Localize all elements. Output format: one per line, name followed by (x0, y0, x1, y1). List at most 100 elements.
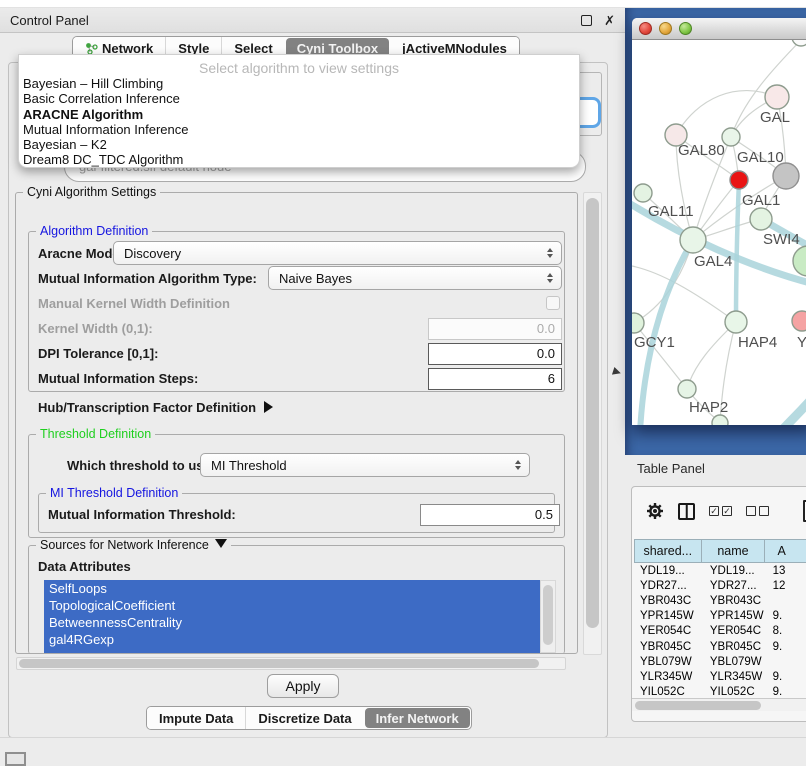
bottom-divider (0, 737, 806, 738)
mouse-cursor (612, 367, 622, 377)
window-top-strip (0, 0, 806, 8)
algorithm-option-selected[interactable]: ARACNE Algorithm (19, 107, 579, 122)
table-row[interactable]: YPR145W YPR145W 9. (634, 609, 806, 624)
network-canvas[interactable]: GAL GAL80 GAL10 GAL1 GAL11 SWI4 GAL4 GCY… (632, 40, 806, 425)
mi-threshold-label: Mutual Information Threshold: (48, 507, 236, 522)
node-left-green[interactable] (634, 184, 652, 202)
algorithm-dropdown-popup: Select algorithm to view settings Bayesi… (18, 54, 580, 168)
gear-icon[interactable] (646, 502, 664, 520)
data-attributes-list[interactable]: SelfLoops TopologicalCoefficient Between… (44, 580, 556, 653)
table-row[interactable]: YDR27... YDR27... 12 (634, 578, 806, 593)
aracne-mode-value: Discovery (124, 246, 544, 261)
algorithm-option[interactable]: Bayesian – Hill Climbing (19, 76, 579, 91)
table-row[interactable]: YBL079W YBL079W (634, 654, 806, 669)
table-row[interactable]: YIL052C YIL052C 9. (634, 685, 806, 699)
attribute-list-scrollbar[interactable] (540, 580, 556, 653)
table-row[interactable]: YBR043C YBR043C (634, 593, 806, 608)
tab-infer-network[interactable]: Infer Network (365, 708, 470, 728)
network-node-labels: GAL GAL80 GAL10 GAL1 GAL11 SWI4 GAL4 GCY… (634, 109, 806, 416)
svg-text:GAL80: GAL80 (678, 142, 725, 159)
column-header-name[interactable]: name (702, 539, 766, 563)
apply-button-label: Apply (285, 678, 320, 694)
mi-steps-label: Mutual Information Steps: (38, 371, 198, 386)
table-row[interactable]: YDL19... YDL19... 13 (634, 563, 806, 578)
table-row[interactable]: YBR045C YBR045C 9. (634, 639, 806, 654)
minimize-button[interactable] (659, 22, 672, 35)
dpi-tolerance-label: DPI Tolerance [0,1]: (38, 346, 158, 361)
clear-all-checks-icon[interactable] (746, 506, 769, 516)
node-gal4[interactable] (680, 227, 706, 253)
which-threshold-label: Which threshold to use: (67, 458, 215, 473)
float-window-icon[interactable] (581, 15, 592, 26)
node-red-selected[interactable] (730, 171, 748, 189)
mi-threshold-field[interactable]: 0.5 (420, 504, 560, 526)
mi-algorithm-type-combo[interactable]: Naive Bayes (268, 266, 562, 290)
settings-vertical-scrollbar[interactable] (583, 192, 602, 655)
network-view-window[interactable]: GAL GAL80 GAL10 GAL1 GAL11 SWI4 GAL4 GCY… (632, 18, 806, 425)
algorithm-option[interactable]: Dream8 DC_TDC Algorithm (19, 152, 579, 167)
attribute-item[interactable]: SelfLoops (44, 580, 556, 597)
hub-definition-label: Hub/Transcription Factor Definition (38, 400, 256, 415)
table-row[interactable]: YLR345W YLR345W 9. (634, 669, 806, 684)
svg-text:GAL10: GAL10 (737, 149, 784, 166)
close-button[interactable] (639, 22, 652, 35)
stepper-icon (544, 273, 555, 283)
node-right-green[interactable] (793, 246, 806, 276)
table-row[interactable]: YER054C YER054C 8. (634, 624, 806, 639)
split-columns-icon[interactable] (678, 503, 695, 520)
mi-steps-field[interactable]: 6 (428, 368, 562, 390)
kernel-width-field[interactable]: 0.0 (428, 318, 562, 340)
svg-text:GAL: GAL (760, 109, 790, 126)
tab-discretize-data[interactable]: Discretize Data (245, 707, 363, 729)
mi-algorithm-type-label: Mutual Information Algorithm Type: (38, 271, 257, 286)
table-rows: YDL19... YDL19... 13 YDR27... YDR27... 1… (634, 563, 806, 698)
expanded-arrow-icon (215, 539, 227, 548)
node-gal1[interactable] (750, 208, 772, 230)
algorithm-option[interactable]: Bayesian – K2 (19, 137, 579, 152)
svg-text:SWI4: SWI4 (763, 231, 800, 248)
mi-algorithm-type-value: Naive Bayes (279, 271, 544, 286)
node-bottom-green[interactable] (712, 415, 728, 425)
tab-infer-network-label: Infer Network (376, 711, 459, 726)
which-threshold-value: MI Threshold (211, 458, 512, 473)
attribute-item[interactable]: BetweennessCentrality (44, 614, 556, 631)
select-all-checks-icon[interactable]: ✓ ✓ (709, 506, 732, 516)
algorithm-option[interactable]: Basic Correlation Inference (19, 91, 579, 106)
tab-discretize-data-label: Discretize Data (258, 711, 351, 726)
table-horizontal-scrollbar[interactable] (632, 698, 806, 711)
node-gcy1[interactable] (632, 313, 644, 333)
attribute-item[interactable]: TopologicalCoefficient (44, 597, 556, 614)
control-panel-titlebar: Control Panel ✗ (0, 8, 625, 33)
algorithm-option[interactable]: Mutual Information Inference (19, 122, 579, 137)
node-hap2[interactable] (678, 380, 696, 398)
which-threshold-combo[interactable]: MI Threshold (200, 453, 530, 477)
dpi-tolerance-field[interactable]: 0.0 (428, 343, 562, 365)
network-window-titlebar[interactable] (632, 18, 806, 40)
svg-text:GAL11: GAL11 (648, 203, 694, 220)
svg-text:HAP2: HAP2 (689, 399, 728, 416)
zoom-button[interactable] (679, 22, 692, 35)
node-salmon[interactable] (792, 311, 806, 331)
manual-kernel-width-label: Manual Kernel Width Definition (38, 296, 230, 311)
manual-kernel-width-checkbox[interactable] (546, 296, 560, 310)
sources-toggle[interactable]: Sources for Network Inference (36, 538, 231, 552)
close-panel-icon[interactable]: ✗ (604, 14, 615, 27)
node-partial-top[interactable] (792, 40, 806, 46)
attribute-item[interactable]: gal4RGexp (44, 631, 556, 648)
node-gal-partial[interactable] (765, 85, 789, 109)
sources-title: Sources for Network Inference (40, 538, 209, 552)
tab-impute-data[interactable]: Impute Data (147, 707, 245, 729)
table-header-row: shared... name A (634, 539, 806, 563)
minimized-panel-icon[interactable] (5, 752, 26, 766)
hub-definition-toggle[interactable]: Hub/Transcription Factor Definition (38, 400, 273, 415)
apply-button[interactable]: Apply (267, 674, 339, 698)
column-header-shared-name[interactable]: shared... (634, 539, 702, 563)
node-hap4[interactable] (725, 311, 747, 333)
node-gray[interactable] (773, 163, 799, 189)
network-icon (85, 42, 98, 55)
svg-text:Y: Y (797, 334, 806, 351)
settings-horizontal-scrollbar[interactable] (16, 657, 566, 670)
aracne-mode-combo[interactable]: Discovery (113, 241, 562, 265)
column-header-partial[interactable]: A (765, 539, 806, 563)
stepper-icon (544, 248, 555, 258)
